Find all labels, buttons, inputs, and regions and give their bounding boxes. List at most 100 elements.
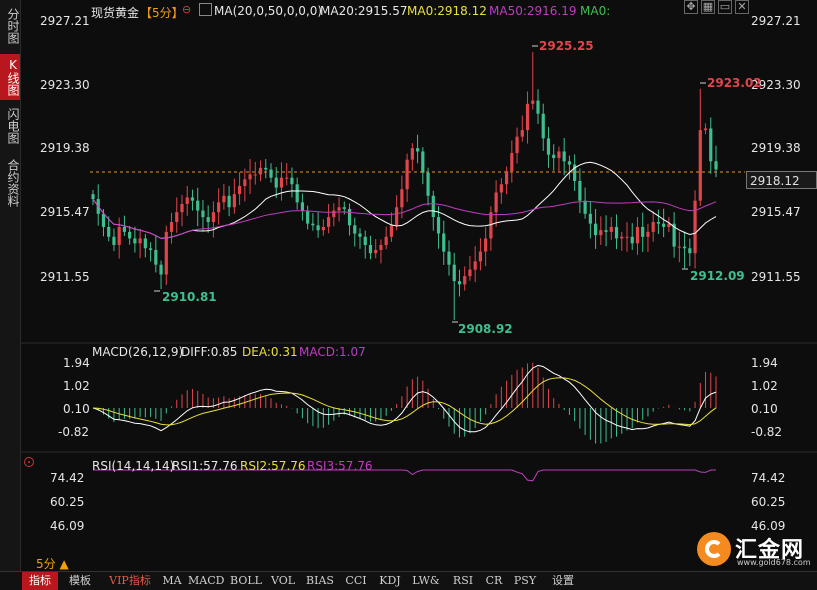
candle-body <box>604 230 608 232</box>
candle-body <box>274 177 278 188</box>
candle-body <box>468 269 472 277</box>
candle-body <box>457 281 462 285</box>
candle-body <box>232 194 236 208</box>
macd-title: MACD(26,12,9) <box>92 345 184 359</box>
candle-body <box>316 225 320 231</box>
period-label[interactable]: 【5分】 <box>140 4 184 21</box>
candle-body <box>709 128 713 162</box>
side-tab-bar: 分时图 K线图 闪电图 合约资料 <box>0 0 21 571</box>
fit-icon[interactable]: ▦ <box>701 0 715 14</box>
tab-kline[interactable]: K线图 <box>0 54 20 100</box>
rsi2-value: RSI2:57.76 <box>240 459 306 473</box>
toolbar-settings[interactable]: 设置 <box>546 572 580 590</box>
candle-body <box>494 192 498 213</box>
macd-axis-label: -0.82 <box>58 425 90 439</box>
candle-body <box>688 248 692 254</box>
candle-body <box>169 222 174 232</box>
candle-body <box>133 238 137 244</box>
toolbar-bias[interactable]: BIAS <box>302 572 338 590</box>
candle-body <box>227 195 231 208</box>
macd-dea-line <box>92 377 717 426</box>
tab-timeshare[interactable]: 分时图 <box>0 4 20 48</box>
candle-body <box>504 171 509 185</box>
price-axis-label-right: 2927.21 <box>751 14 801 28</box>
toolbar-cci[interactable]: CCI <box>342 572 370 590</box>
price-axis-label-right: 2911.55 <box>751 270 801 284</box>
candle-body <box>520 130 524 137</box>
price-axis-label: 2911.55 <box>40 270 90 284</box>
candle-body <box>525 103 530 131</box>
toolbar-psy[interactable]: PSY <box>510 572 540 590</box>
candle-body <box>567 161 572 165</box>
candle-body <box>211 212 216 223</box>
candle-body <box>138 238 142 244</box>
candle-body <box>363 236 367 245</box>
candle-body <box>630 236 634 244</box>
candle-body <box>578 180 582 201</box>
candle-body <box>112 236 116 245</box>
minimize-icon[interactable]: ▭ <box>718 0 732 14</box>
candle-body <box>415 148 420 152</box>
candle-body <box>541 113 545 139</box>
toolbar-vol[interactable]: VOL <box>268 572 298 590</box>
tab-flash-chart[interactable]: 闪电图 <box>0 104 20 148</box>
ma0b-value: MA0: <box>580 4 611 18</box>
kline-chart-area[interactable] <box>20 0 817 571</box>
candle-body <box>374 249 378 254</box>
move-icon[interactable]: ✥ <box>684 0 698 14</box>
ma-params: MA(20,0,50,0,0,0) <box>214 4 323 18</box>
high2-annotation: 2923.02 <box>707 76 762 90</box>
candle-body <box>332 210 336 218</box>
candle-body <box>206 217 210 223</box>
indicator-marker-icon[interactable] <box>24 457 34 467</box>
toolbar-macd[interactable]: MACD <box>188 572 224 590</box>
candle-body <box>662 223 666 227</box>
tab-contract-info[interactable]: 合约资料 <box>0 154 20 212</box>
macd-histogram <box>97 362 717 444</box>
candle-body <box>128 231 132 239</box>
candle-body <box>546 138 551 155</box>
candle-body <box>290 177 294 185</box>
candle-body <box>410 148 414 160</box>
candle-body <box>300 202 305 211</box>
candle-body <box>269 169 273 178</box>
candle-body <box>693 200 697 254</box>
toolbar-kdj[interactable]: KDJ <box>374 572 406 590</box>
candle-body <box>222 195 226 203</box>
candlesticks <box>91 52 718 321</box>
high-low-markers <box>154 45 706 323</box>
macd-axis-label-right: 1.02 <box>751 379 778 393</box>
candle-body <box>395 207 399 226</box>
candle-body <box>442 233 446 252</box>
candle-body <box>389 225 394 237</box>
rsi-axis-label: 46.09 <box>50 519 85 533</box>
toolbar-rsi[interactable]: RSI <box>448 572 478 590</box>
candle-body <box>651 222 655 232</box>
toolbar-template[interactable]: 模板 <box>61 572 99 590</box>
macd-diff-line <box>92 364 717 433</box>
macd-axis-label-right: 1.94 <box>751 356 778 370</box>
rsi3-value: RSI3:57.76 <box>307 459 373 473</box>
toolbar-boll[interactable]: BOLL <box>228 572 264 590</box>
rsi-axis-label: 74.42 <box>50 471 85 485</box>
candle-body <box>321 226 325 231</box>
toolbar-ma[interactable]: MA <box>160 572 184 590</box>
candle-body <box>625 236 629 238</box>
settings-circle-icon[interactable]: ⊖ <box>182 3 191 16</box>
macd-value: MACD:1.07 <box>299 345 366 359</box>
toolbar-lw[interactable]: LW& <box>410 572 442 590</box>
close-icon[interactable]: ✕ <box>735 0 749 14</box>
rsi-axis-label: 60.25 <box>50 495 85 509</box>
period-selector[interactable]: 5分 ▲ <box>36 555 69 572</box>
candle-body <box>143 238 147 249</box>
chart-type-icon[interactable] <box>199 3 212 16</box>
toolbar-indicator[interactable]: 指标 <box>22 572 58 590</box>
toolbar-cr[interactable]: CR <box>482 572 506 590</box>
current-price-tag: 2918.12 <box>746 171 817 189</box>
candle-body <box>306 210 310 224</box>
logo-url: www.gold678.com <box>737 558 811 567</box>
candle-body <box>353 225 357 234</box>
toolbar-vip-indicator[interactable]: VIP指标 <box>103 572 157 590</box>
candle-body <box>515 136 519 154</box>
candle-body <box>552 154 556 159</box>
